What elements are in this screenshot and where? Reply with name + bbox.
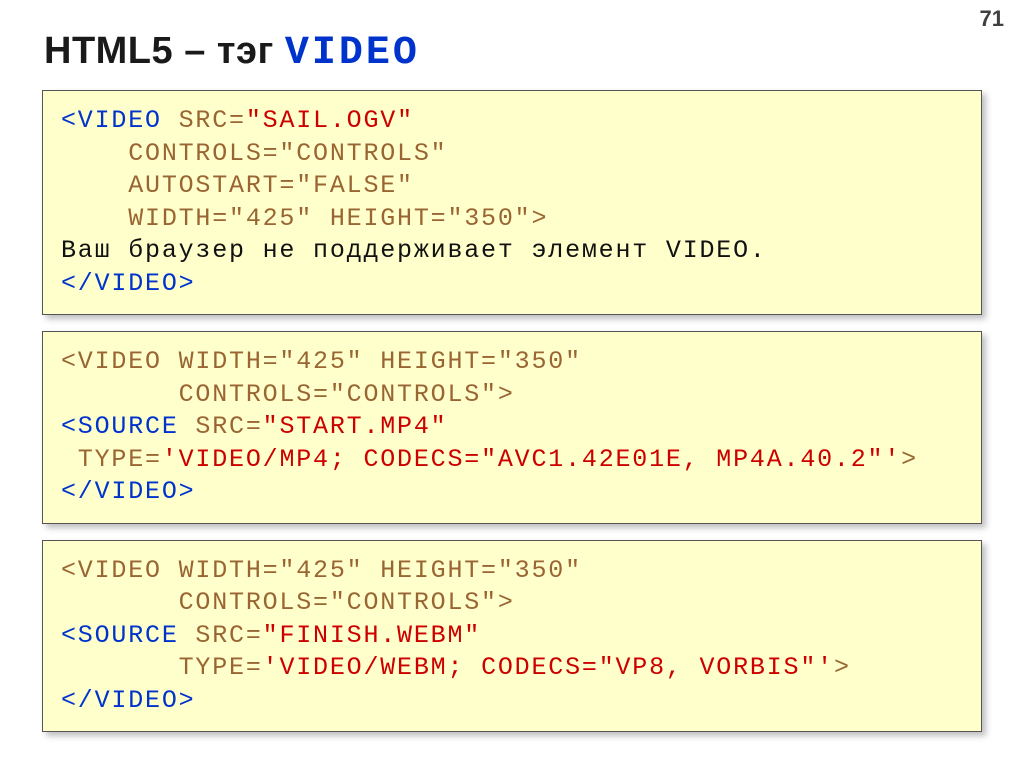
- slide: 71 HTML5 – тэг VIDEO <VIDEO SRC="SAIL.OG…: [0, 0, 1024, 767]
- l1: <VIDEO WIDTH="425" HEIGHT="350": [61, 347, 582, 376]
- gt: >: [834, 653, 851, 682]
- code-box-2: <VIDEO WIDTH="425" HEIGHT="350" CONTROLS…: [42, 331, 982, 524]
- val-type: 'VIDEO/WEBM; CODECS="VP8, VORBIS"': [263, 653, 834, 682]
- tag-video-close: </VIDEO>: [61, 269, 195, 298]
- attr-src: SRC=: [179, 412, 263, 441]
- title-text: HTML5 – тэг: [44, 30, 285, 72]
- tag-video-close: </VIDEO>: [61, 477, 195, 506]
- slide-title: HTML5 – тэг VIDEO: [44, 30, 982, 76]
- attr-type: TYPE=: [61, 653, 263, 682]
- page-number: 71: [980, 6, 1004, 32]
- attr-type: TYPE=: [61, 445, 162, 474]
- attr-width-height: WIDTH="425" HEIGHT="350">: [61, 204, 548, 233]
- val-sail: "SAIL.OGV": [246, 106, 414, 135]
- attr-controls: CONTROLS="CONTROLS": [61, 139, 447, 168]
- code-box-3: <VIDEO WIDTH="425" HEIGHT="350" CONTROLS…: [42, 540, 982, 733]
- val-finish: "FINISH.WEBM": [263, 621, 481, 650]
- l2: CONTROLS="CONTROLS">: [61, 588, 515, 617]
- title-code: VIDEO: [285, 31, 420, 76]
- l1: <VIDEO WIDTH="425" HEIGHT="350": [61, 556, 582, 585]
- tag-video-open: <VIDEO: [61, 106, 162, 135]
- tag-source: <SOURCE: [61, 621, 179, 650]
- l2: CONTROLS="CONTROLS">: [61, 380, 515, 409]
- attr-src: SRC=: [179, 621, 263, 650]
- val-start: "START.MP4": [263, 412, 448, 441]
- attr-src: SRC=: [162, 106, 246, 135]
- val-type: 'VIDEO/MP4; CODECS="AVC1.42E01E, MP4A.40…: [162, 445, 901, 474]
- tag-source: <SOURCE: [61, 412, 179, 441]
- fallback-text: Ваш браузер не поддерживает элемент VIDE…: [61, 236, 767, 265]
- gt: >: [901, 445, 918, 474]
- tag-video-close: </VIDEO>: [61, 686, 195, 715]
- code-box-1: <VIDEO SRC="SAIL.OGV" CONTROLS="CONTROLS…: [42, 90, 982, 315]
- attr-autostart: AUTOSTART="FALSE": [61, 171, 414, 200]
